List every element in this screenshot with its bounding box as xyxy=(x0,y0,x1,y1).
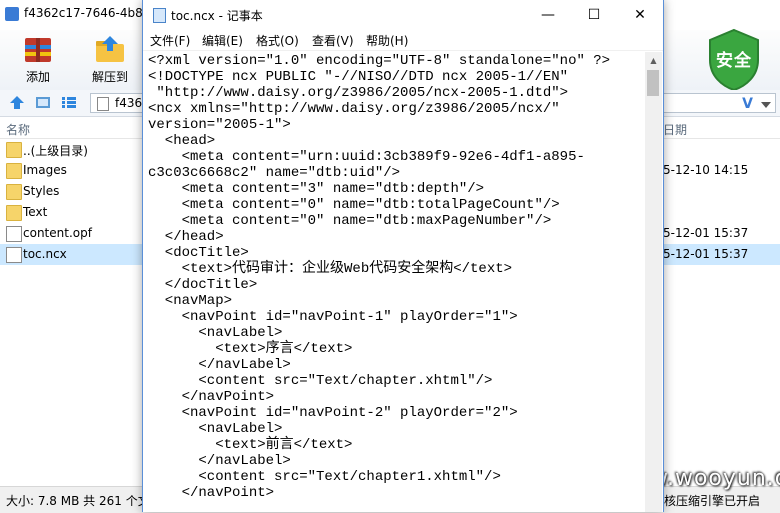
file-date: 5-12-10 14:15 xyxy=(663,163,749,177)
status-size: 大小: 7.8 MB 共 261 个文 xyxy=(6,494,150,508)
minimize-button[interactable]: — xyxy=(525,0,571,30)
notepad-title: toc.ncx - 记事本 xyxy=(171,9,263,23)
folder-icon xyxy=(6,163,22,179)
file-icon xyxy=(6,247,22,263)
file-name: ..(上级目录) xyxy=(23,144,88,158)
archive-title: f4362c17-7646-4b8f xyxy=(24,6,147,20)
column-date[interactable]: 日期 xyxy=(663,121,687,138)
menu-view[interactable]: 查看(V) xyxy=(312,32,354,49)
menu-format[interactable]: 格式(O) xyxy=(256,32,299,49)
chevron-down-icon[interactable] xyxy=(761,102,771,108)
document-icon xyxy=(97,97,109,111)
archive-add-icon xyxy=(25,38,51,62)
menu-file[interactable]: 文件(F) xyxy=(150,32,190,49)
extract-label: 解压到 xyxy=(91,70,128,84)
file-date: 5-12-01 15:37 xyxy=(663,247,749,261)
file-name: toc.ncx xyxy=(23,247,67,261)
scroll-thumb[interactable] xyxy=(647,70,659,96)
folder-icon xyxy=(6,184,22,200)
file-name: content.opf xyxy=(23,226,92,240)
file-date: 5-12-01 15:37 xyxy=(663,226,749,240)
file-name: Images xyxy=(23,163,67,177)
archive-path-text: f436 xyxy=(115,96,143,110)
extract-folder-icon xyxy=(96,36,124,62)
file-name: Text xyxy=(23,205,48,219)
up-arrow-icon[interactable] xyxy=(10,96,24,109)
folder-icon xyxy=(6,205,22,221)
notepad-menubar: 文件(F) 编辑(E) 格式(O) 查看(V) 帮助(H) xyxy=(143,30,663,51)
editor-content[interactable]: <?xml version="1.0" encoding="UTF-8" sta… xyxy=(146,52,646,501)
menu-help[interactable]: 帮助(H) xyxy=(366,32,408,49)
notepad-app-icon xyxy=(153,8,166,23)
close-button[interactable]: ✕ xyxy=(617,0,663,30)
maximize-button[interactable]: ☐ xyxy=(571,0,617,30)
archive-app-icon xyxy=(5,7,19,21)
view-icon[interactable] xyxy=(36,96,50,109)
status-engine: 核压缩引擎已开启 xyxy=(664,494,761,508)
path-suffix: V xyxy=(742,96,753,112)
folder-icon xyxy=(6,142,22,158)
scroll-up-arrow-icon[interactable]: ▲ xyxy=(645,52,662,69)
menu-edit[interactable]: 编辑(E) xyxy=(202,32,243,49)
extract-button[interactable]: 解压到 xyxy=(80,32,140,88)
column-name[interactable]: 名称 xyxy=(6,121,30,138)
shield-label: 安全 xyxy=(716,51,752,71)
add-button[interactable]: 添加 xyxy=(8,32,68,88)
security-shield[interactable]: 安全 xyxy=(706,28,762,92)
file-name: Styles xyxy=(23,184,60,198)
file-icon xyxy=(6,226,22,242)
vertical-scrollbar[interactable]: ▲ xyxy=(645,52,662,512)
text-editor[interactable]: <?xml version="1.0" encoding="UTF-8" sta… xyxy=(146,52,646,512)
list-view-icon[interactable] xyxy=(62,96,76,109)
notepad-titlebar[interactable]: toc.ncx - 记事本 — ☐ ✕ xyxy=(143,0,663,30)
add-label: 添加 xyxy=(25,70,50,84)
notepad-window: toc.ncx - 记事本 — ☐ ✕ 文件(F) 编辑(E) 格式(O) 查看… xyxy=(142,0,664,512)
